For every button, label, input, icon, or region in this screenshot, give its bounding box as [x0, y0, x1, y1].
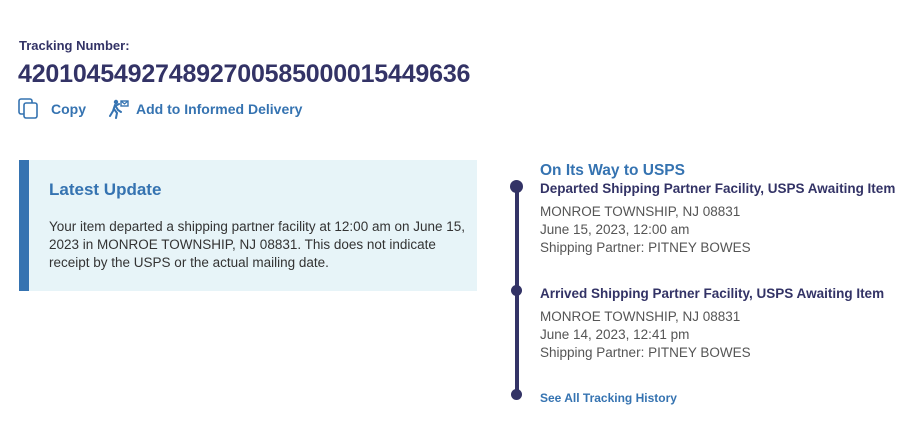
- timeline-dot: [511, 285, 522, 296]
- event-datetime: June 15, 2023, 12:00 am: [540, 222, 690, 237]
- latest-update-body: Your item departed a shipping partner fa…: [49, 219, 466, 270]
- event-partner: Shipping Partner: PITNEY BOWES: [540, 345, 751, 360]
- event-title: Departed Shipping Partner Facility, USPS…: [540, 181, 896, 196]
- event-partner: Shipping Partner: PITNEY BOWES: [540, 240, 751, 255]
- event-datetime: June 14, 2023, 12:41 pm: [540, 327, 690, 342]
- tracking-number-label: Tracking Number:: [19, 38, 130, 53]
- event-location: MONROE TOWNSHIP, NJ 08831: [540, 204, 741, 219]
- copy-button[interactable]: Copy: [18, 98, 86, 119]
- event-title: Arrived Shipping Partner Facility, USPS …: [540, 286, 885, 301]
- add-to-informed-delivery-button[interactable]: Add to Informed Delivery: [108, 99, 302, 119]
- event-location: MONROE TOWNSHIP, NJ 08831: [540, 309, 741, 324]
- informed-delivery-icon: [108, 99, 130, 119]
- informed-delivery-label: Add to Informed Delivery: [136, 100, 303, 117]
- tracking-status-heading: On Its Way to USPS: [540, 162, 685, 179]
- latest-update-title: Latest Update: [49, 180, 162, 199]
- event-details: MONROE TOWNSHIP, NJ 08831 June 14, 2023,…: [540, 308, 751, 362]
- tracking-actions: Copy Add to Informed Delivery: [18, 98, 302, 119]
- event-details: MONROE TOWNSHIP, NJ 08831 June 15, 2023,…: [540, 203, 751, 257]
- copy-icon: [18, 98, 39, 119]
- tracking-number: 420104549274892700585000015449636: [18, 60, 471, 88]
- see-all-tracking-history-link[interactable]: See All Tracking History: [540, 391, 677, 405]
- latest-update-panel: Latest Update Your item departed a shipp…: [19, 160, 477, 291]
- timeline-dot: [511, 389, 522, 400]
- copy-label: Copy: [51, 100, 86, 117]
- timeline-dot: [510, 180, 523, 193]
